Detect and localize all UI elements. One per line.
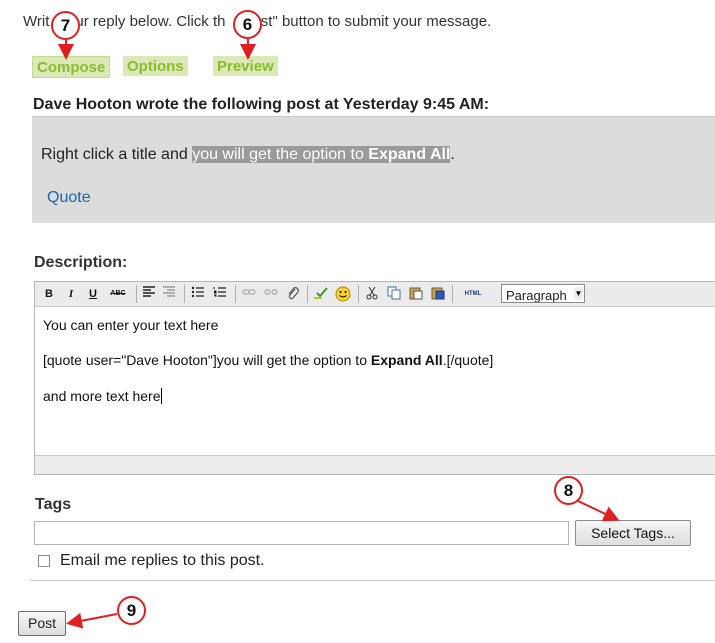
annotation-arrows [58, 39, 620, 629]
callout-9: 9 [117, 596, 146, 625]
callout-9-arrow [66, 612, 118, 629]
callout-8: 8 [554, 476, 583, 505]
callout-8-arrow [577, 500, 620, 522]
callout-6: 6 [233, 10, 262, 39]
callout-7: 7 [51, 11, 80, 40]
